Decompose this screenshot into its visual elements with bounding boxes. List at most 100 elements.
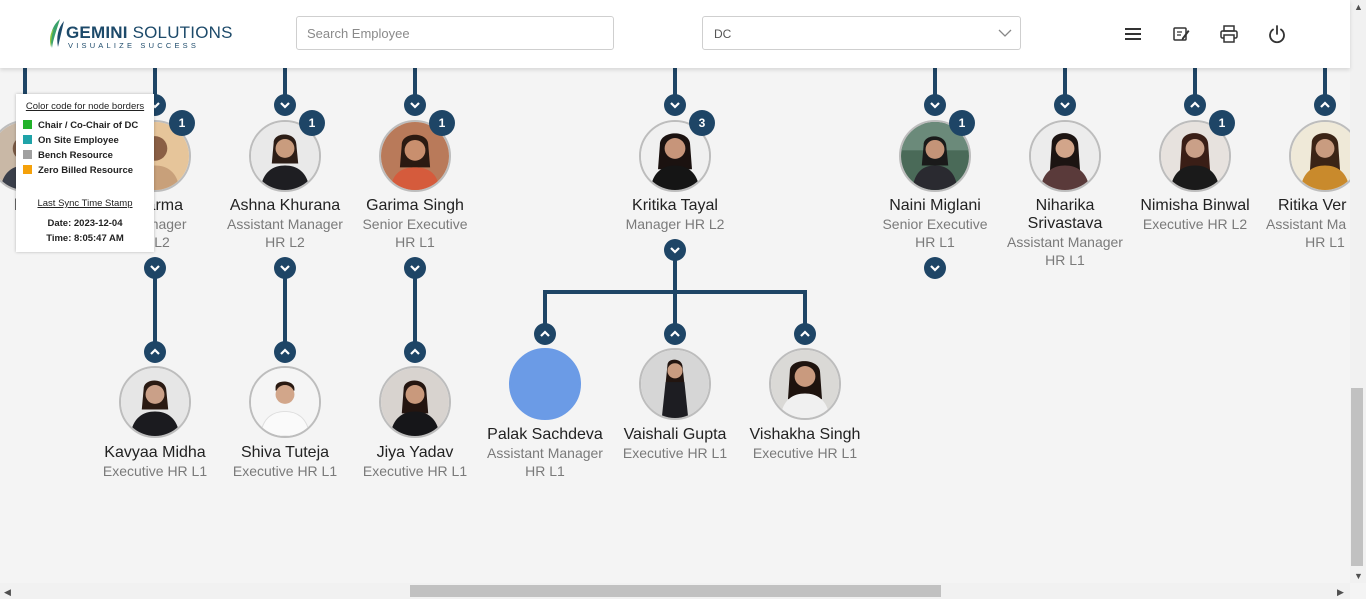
reportee-count-badge: 1 [169, 110, 195, 136]
connector-line [1063, 68, 1067, 96]
employee-title: Senior Executive [882, 216, 988, 232]
legend-item-zero-billed: Zero Billed Resource [23, 165, 133, 177]
employee-title-level: HR L1 [1045, 252, 1085, 268]
horizontal-scroll-thumb[interactable] [410, 585, 941, 597]
employee-name: Garima Singh [366, 197, 464, 214]
employee-title-level: HR L1 [525, 463, 565, 479]
top-header: GEMINI SOLUTIONS VISUALIZE SUCCESS DC [0, 0, 1350, 68]
employee-title: Assistant Manager [227, 216, 343, 232]
employee-title: Assistant Manager [487, 445, 603, 461]
person-photo-icon [641, 350, 709, 418]
employee-avatar[interactable] [769, 348, 841, 420]
expand-toggle[interactable] [144, 257, 166, 279]
vertical-scroll-thumb[interactable] [1351, 388, 1363, 566]
chevron-up-icon [150, 348, 160, 355]
employee-avatar[interactable] [249, 366, 321, 438]
legend-item-chair: Chair / Co-Chair of DC [23, 120, 138, 132]
logo-wordmark: GEMINI SOLUTIONS [66, 23, 233, 42]
print-icon[interactable] [1219, 24, 1239, 44]
employee-title-level: HR L1 [915, 234, 955, 250]
legend-swatch [23, 120, 32, 129]
power-icon[interactable] [1267, 24, 1287, 44]
employee-title: Executive HR L1 [622, 445, 728, 461]
scroll-up-icon[interactable]: ▲ [1354, 2, 1363, 12]
employee-avatar-placeholder[interactable] [509, 348, 581, 420]
expand-toggle[interactable] [404, 257, 426, 279]
reportee-count-badge: 3 [689, 110, 715, 136]
employee-name: Nimisha Binwal [1140, 197, 1250, 214]
collapse-toggle[interactable] [664, 323, 686, 345]
employee-name: Vaishali Gupta [623, 426, 727, 443]
collapse-toggle[interactable] [794, 323, 816, 345]
collapse-toggle[interactable] [534, 323, 556, 345]
edit-note-icon[interactable] [1171, 24, 1191, 44]
expand-toggle[interactable] [274, 94, 296, 116]
expand-toggle[interactable] [924, 257, 946, 279]
employee-title-level: HR L1 [1305, 234, 1345, 250]
expand-toggle[interactable] [404, 94, 426, 116]
collapse-toggle[interactable] [1314, 94, 1336, 116]
department-select-value: DC [714, 27, 732, 41]
reportee-count-badge: 1 [1209, 110, 1235, 136]
chevron-down-icon [410, 102, 420, 109]
expand-toggle[interactable] [1054, 94, 1076, 116]
employee-name: Jiya Yadav [376, 444, 454, 461]
person-photo-icon [121, 368, 189, 436]
collapse-toggle[interactable] [144, 341, 166, 363]
employee-name: Shiva Tuteja [240, 444, 330, 461]
employee-name: Niharika [1035, 197, 1095, 214]
sync-time: Time: 8:05:47 AM [46, 233, 124, 244]
employee-title: Senior Executive [362, 216, 468, 232]
chevron-up-icon [1320, 101, 1330, 108]
chevron-down-icon [280, 265, 290, 272]
chevron-up-icon [540, 330, 550, 337]
scroll-down-icon[interactable]: ▼ [1354, 571, 1363, 581]
person-photo-icon [771, 350, 839, 418]
legend-item-bench: Bench Resource [23, 150, 113, 162]
collapse-toggle[interactable] [274, 341, 296, 363]
employee-avatar[interactable] [639, 348, 711, 420]
scroll-right-icon[interactable]: ▶ [1337, 587, 1344, 597]
chevron-down-icon [670, 102, 680, 109]
employee-avatar[interactable] [119, 366, 191, 438]
employee-title: Assistant Manager [1007, 234, 1123, 250]
connector-line [1323, 68, 1327, 96]
employee-name: Srivastava [1027, 215, 1103, 232]
connector-line [1193, 68, 1197, 96]
employee-title: Executive HR L1 [752, 445, 858, 461]
employee-avatar[interactable] [379, 366, 451, 438]
connector-line [933, 68, 937, 96]
company-logo[interactable]: GEMINI SOLUTIONS VISUALIZE SUCCESS [46, 18, 232, 52]
employee-title-level: HR L2 [265, 234, 305, 250]
search-employee-input[interactable] [296, 16, 614, 50]
scroll-left-icon[interactable]: ◀ [4, 587, 11, 597]
legend-heading[interactable]: Color code for node borders [16, 101, 154, 112]
employee-name: Palak Sachdeva [487, 426, 603, 443]
connector-line [673, 68, 677, 96]
reportee-count-badge: 1 [299, 110, 325, 136]
chevron-down-icon [930, 265, 940, 272]
sync-date: Date: 2023-12-04 [47, 218, 123, 229]
reportee-count-badge: 1 [949, 110, 975, 136]
employee-name: Kritika Tayal [632, 197, 718, 214]
department-select[interactable]: DC [702, 16, 1021, 50]
legend-swatch [23, 150, 32, 159]
menu-icon[interactable] [1123, 24, 1143, 44]
expand-toggle[interactable] [274, 257, 296, 279]
employee-name: Vishakha Singh [749, 426, 861, 443]
employee-name: Ritika Ver [1278, 197, 1347, 214]
chevron-down-icon [1060, 102, 1070, 109]
connector-line [673, 258, 677, 292]
collapse-toggle[interactable] [404, 341, 426, 363]
connector-line [283, 68, 287, 96]
person-photo-icon [1031, 122, 1099, 190]
expand-toggle[interactable] [924, 94, 946, 116]
chevron-up-icon [410, 348, 420, 355]
expand-toggle[interactable] [664, 239, 686, 261]
employee-avatar[interactable] [1029, 120, 1101, 192]
expand-toggle[interactable] [664, 94, 686, 116]
legend-item-onsite: On Site Employee [23, 135, 119, 147]
collapse-toggle[interactable] [1184, 94, 1206, 116]
employee-title: Executive HR L1 [102, 463, 208, 479]
chevron-up-icon [800, 330, 810, 337]
